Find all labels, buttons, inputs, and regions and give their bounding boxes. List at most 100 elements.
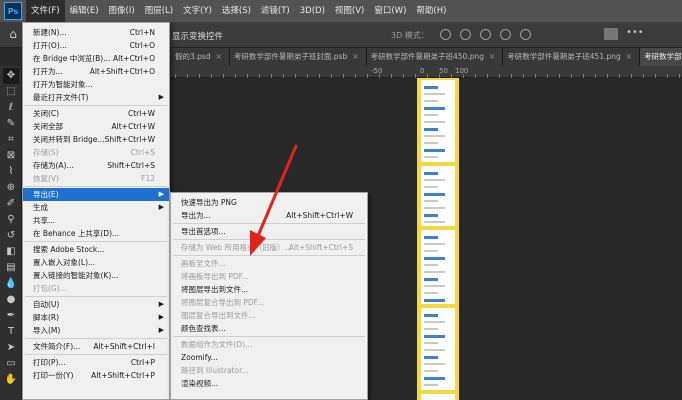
menu-item[interactable]: 导出首选项... [171,225,367,238]
menu-item-label: 打开为... [33,67,63,76]
menu-item[interactable]: 导入(M) ▶ [23,324,169,337]
page-text-line [424,149,445,152]
menu-item[interactable]: 最近打开文件(T) ▶ [23,91,169,104]
menu-item[interactable]: Zoomify... [171,351,367,364]
eraser-tool-icon[interactable]: ◧ [3,244,19,260]
menu-item-label: 画板至文件... [181,259,226,268]
menu-item[interactable]: 打开为... Alt+Shift+Ctrl+O [23,65,169,78]
document-page-thumbnail [421,308,455,390]
document-canvas[interactable] [417,78,459,400]
orbit-3d-icon[interactable] [440,29,451,40]
menu-item[interactable]: 图层复合导出到文件... [171,309,367,322]
menu-item[interactable]: 导出(E) ▶ [23,188,169,201]
menu-item[interactable]: 打包(G)... [23,282,169,295]
menu-item[interactable]: 搜索 Adobe Stock... [23,243,169,256]
clone-stamp-tool-icon[interactable]: ⚲ [3,212,19,228]
menu-item-label: 打包(G)... [33,284,67,293]
menu-item[interactable]: 渲染视频... [171,377,367,390]
menu-item[interactable]: 画板至文件... [171,257,367,270]
marquee-tool-icon[interactable]: ⬚ [3,84,19,100]
scale-3d-icon[interactable] [520,29,531,40]
menu-item[interactable]: 共享... [23,214,169,227]
menu-item[interactable]: 将图层导出到文件... [171,283,367,296]
menu-item[interactable]: 打印(P)... Ctrl+P [23,356,169,369]
page-text-line [424,292,438,294]
menubar-item[interactable]: 3D(D) [295,0,330,22]
menu-item-shortcut: Ctrl+N [129,28,155,37]
home-icon[interactable]: ⌂ [6,27,20,41]
photoshop-logo-icon[interactable]: Ps [4,2,22,20]
page-text-line [424,356,438,359]
roll-3d-icon[interactable] [460,29,471,40]
menu-item[interactable]: 将图层复合导出到 PDF... [171,296,367,309]
eyedropper-tool-icon[interactable]: ⌇ [3,164,19,180]
menu-item[interactable]: 恢复(V) F12 [23,172,169,185]
menubar-item[interactable]: 滤镜(T) [256,0,295,22]
menu-item[interactable]: 文件简介(F)... Alt+Shift+Ctrl+I [23,340,169,353]
move-tool-icon[interactable]: ✥ [3,68,19,84]
quick-select-tool-icon[interactable]: ✎ [3,116,19,132]
frame-tool-icon[interactable]: ⊠ [3,148,19,164]
tab-close-icon[interactable]: × [216,48,222,66]
menu-item[interactable]: 将画板导出到 PDF... [171,270,367,283]
history-brush-tool-icon[interactable]: ↺ [3,228,19,244]
menu-item[interactable]: 新建(N)... Ctrl+N [23,26,169,39]
brush-tool-icon[interactable]: ✐ [3,196,19,212]
pen-tool-icon[interactable]: ✒ [3,308,19,324]
document-tab[interactable]: 考研数学部件暑期弟子班450.png × [366,48,504,66]
menu-item-shortcut: Ctrl+P [130,358,155,367]
lasso-tool-icon[interactable]: ℓ [3,100,19,116]
menu-item[interactable]: 在 Bridge 中浏览(B)... Alt+Ctrl+O [23,52,169,65]
menu-item[interactable]: 生成 ▶ [23,201,169,214]
menu-item[interactable]: 路径到 Illustrator... [171,364,367,377]
hand-tool-icon[interactable]: ✋ [3,372,19,388]
menu-item[interactable]: 颜色查找表... [171,322,367,335]
menubar-item[interactable]: 编辑(E) [65,0,104,22]
menu-item[interactable]: 置入链接的智能对象(K)... [23,269,169,282]
menu-item[interactable]: 关闭全部 Alt+Ctrl+W [23,120,169,133]
document-tab[interactable]: 考研数学部件暑期弟子班451.png × [503,48,641,66]
menubar-item[interactable]: 窗口(W) [369,0,411,22]
tab-close-icon[interactable]: × [489,48,495,66]
crop-tool-icon[interactable]: ⌗ [3,132,19,148]
menu-item[interactable]: 存储为(A)... Shift+Ctrl+S [23,159,169,172]
menu-item[interactable]: 自动(U) ▶ [23,298,169,311]
menubar-item[interactable]: 文件(F) [26,0,65,22]
menubar-item[interactable]: 文字(Y) [178,0,217,22]
healing-brush-tool-icon[interactable]: ⊕ [3,180,19,196]
menu-item[interactable]: 数据组作为文件(D)... [171,338,367,351]
slide-3d-icon[interactable] [500,29,511,40]
dodge-tool-icon[interactable]: ● [3,292,19,308]
more-options-icon[interactable]: ••• [626,27,644,38]
menu-item[interactable]: 在 Behance 上共享(D)... [23,227,169,240]
menubar-item[interactable]: 帮助(H) [411,0,451,22]
document-tab[interactable]: 假的3.psd × [171,48,230,66]
document-tab[interactable]: 考研数学部件暑期弟子班封面.psb × [229,48,367,66]
menu-item[interactable]: 置入嵌入对象(L)... [23,256,169,269]
menubar-item[interactable]: 视图(V) [330,0,369,22]
menubar-item[interactable]: 图像(I) [104,0,140,22]
menubar-item[interactable]: 图层(L) [140,0,178,22]
rectangle-tool-icon[interactable]: ▭ [3,356,19,372]
menu-item[interactable]: 存储(S) Ctrl+S [23,146,169,159]
tab-close-icon[interactable]: × [626,48,632,66]
menu-item[interactable]: 打开(O)... Ctrl+O [23,39,169,52]
menu-item[interactable]: 关闭并转到 Bridge... Shift+Ctrl+W [23,133,169,146]
video-camera-icon[interactable] [604,28,618,40]
menu-item[interactable]: 快速导出为 PNG [171,196,367,209]
menubar-item[interactable]: 选择(S) [217,0,256,22]
menu-item[interactable]: 导出为... Alt+Shift+Ctrl+W [171,209,367,222]
tab-close-icon[interactable]: × [352,48,358,66]
type-tool-icon[interactable]: T [3,324,19,340]
document-tab[interactable]: 考研数学部 [640,48,682,66]
menu-item[interactable]: 关闭(C) Ctrl+W [23,107,169,120]
blur-tool-icon[interactable]: 💧 [3,276,19,292]
menu-item[interactable]: 脚本(R) ▶ [23,311,169,324]
gradient-tool-icon[interactable]: ▤ [3,260,19,276]
menu-item[interactable]: 打印一份(Y) Alt+Shift+Ctrl+P [23,369,169,382]
pan-3d-icon[interactable] [480,29,491,40]
menu-item[interactable]: 存储为 Web 所用格式（旧版）... Alt+Shift+Ctrl+S [171,241,367,254]
show-transform-controls-label[interactable]: 显示变换控件 [172,30,223,42]
path-selection-tool-icon[interactable]: ➤ [3,340,19,356]
menu-item[interactable]: 打开为智能对象... [23,78,169,91]
